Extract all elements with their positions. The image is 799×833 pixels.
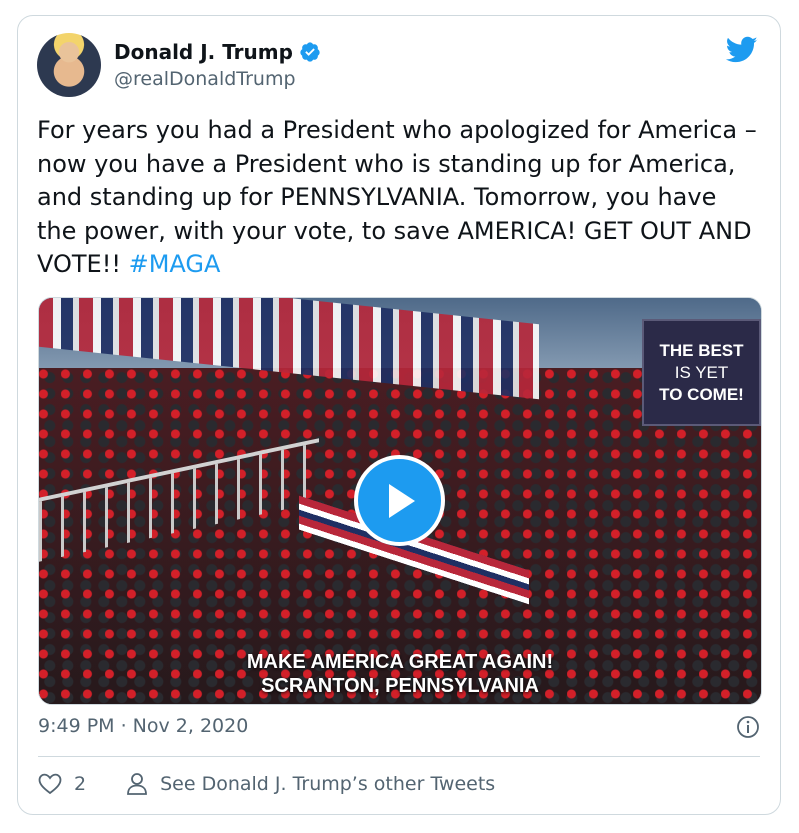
play-button[interactable] [354, 455, 445, 546]
sign-line-3: TO COME! [659, 384, 744, 404]
author-name[interactable]: Donald J. Trump [114, 40, 293, 64]
video-caption: MAKE AMERICA GREAT AGAIN! SCRANTON, PENN… [39, 650, 761, 698]
verified-badge-icon [300, 42, 320, 62]
author-handle[interactable]: @realDonaldTrump [114, 68, 296, 90]
sign-line-1: THE BEST [659, 340, 744, 360]
rally-sign: THE BEST IS YET TO COME! [642, 319, 761, 426]
twitter-bird-icon[interactable] [726, 36, 758, 64]
tweet-card: Donald J. Trump @realDonaldTrump For yea… [17, 15, 781, 815]
play-icon [388, 483, 415, 518]
tweet-actions: 2 See Donald J. Trump’s other Tweets [38, 772, 495, 796]
author-name-row: Donald J. Trump [114, 40, 321, 64]
person-icon [127, 773, 147, 795]
divider [38, 756, 760, 757]
tweet-text: For years you had a President who apolog… [37, 114, 762, 282]
heart-icon [38, 773, 62, 795]
tweet-timestamp[interactable]: 9:49 PM · Nov 2, 2020 [38, 715, 248, 737]
caption-line-2: SCRANTON, PENNSYLVANIA [261, 675, 539, 697]
other-tweets-label: See Donald J. Trump’s other Tweets [160, 773, 496, 795]
other-tweets-link[interactable]: See Donald J. Trump’s other Tweets [126, 772, 495, 796]
sign-line-2: IS YET [674, 362, 729, 382]
video-media[interactable]: THE BEST IS YET TO COME! MAKE AMERICA GR… [38, 297, 762, 705]
like-button[interactable]: 2 [38, 773, 86, 795]
caption-line-1: MAKE AMERICA GREAT AGAIN! [246, 651, 554, 673]
like-count: 2 [74, 773, 87, 795]
hashtag-link[interactable]: #MAGA [129, 250, 221, 278]
info-icon[interactable] [736, 715, 760, 739]
avatar[interactable] [37, 33, 101, 97]
